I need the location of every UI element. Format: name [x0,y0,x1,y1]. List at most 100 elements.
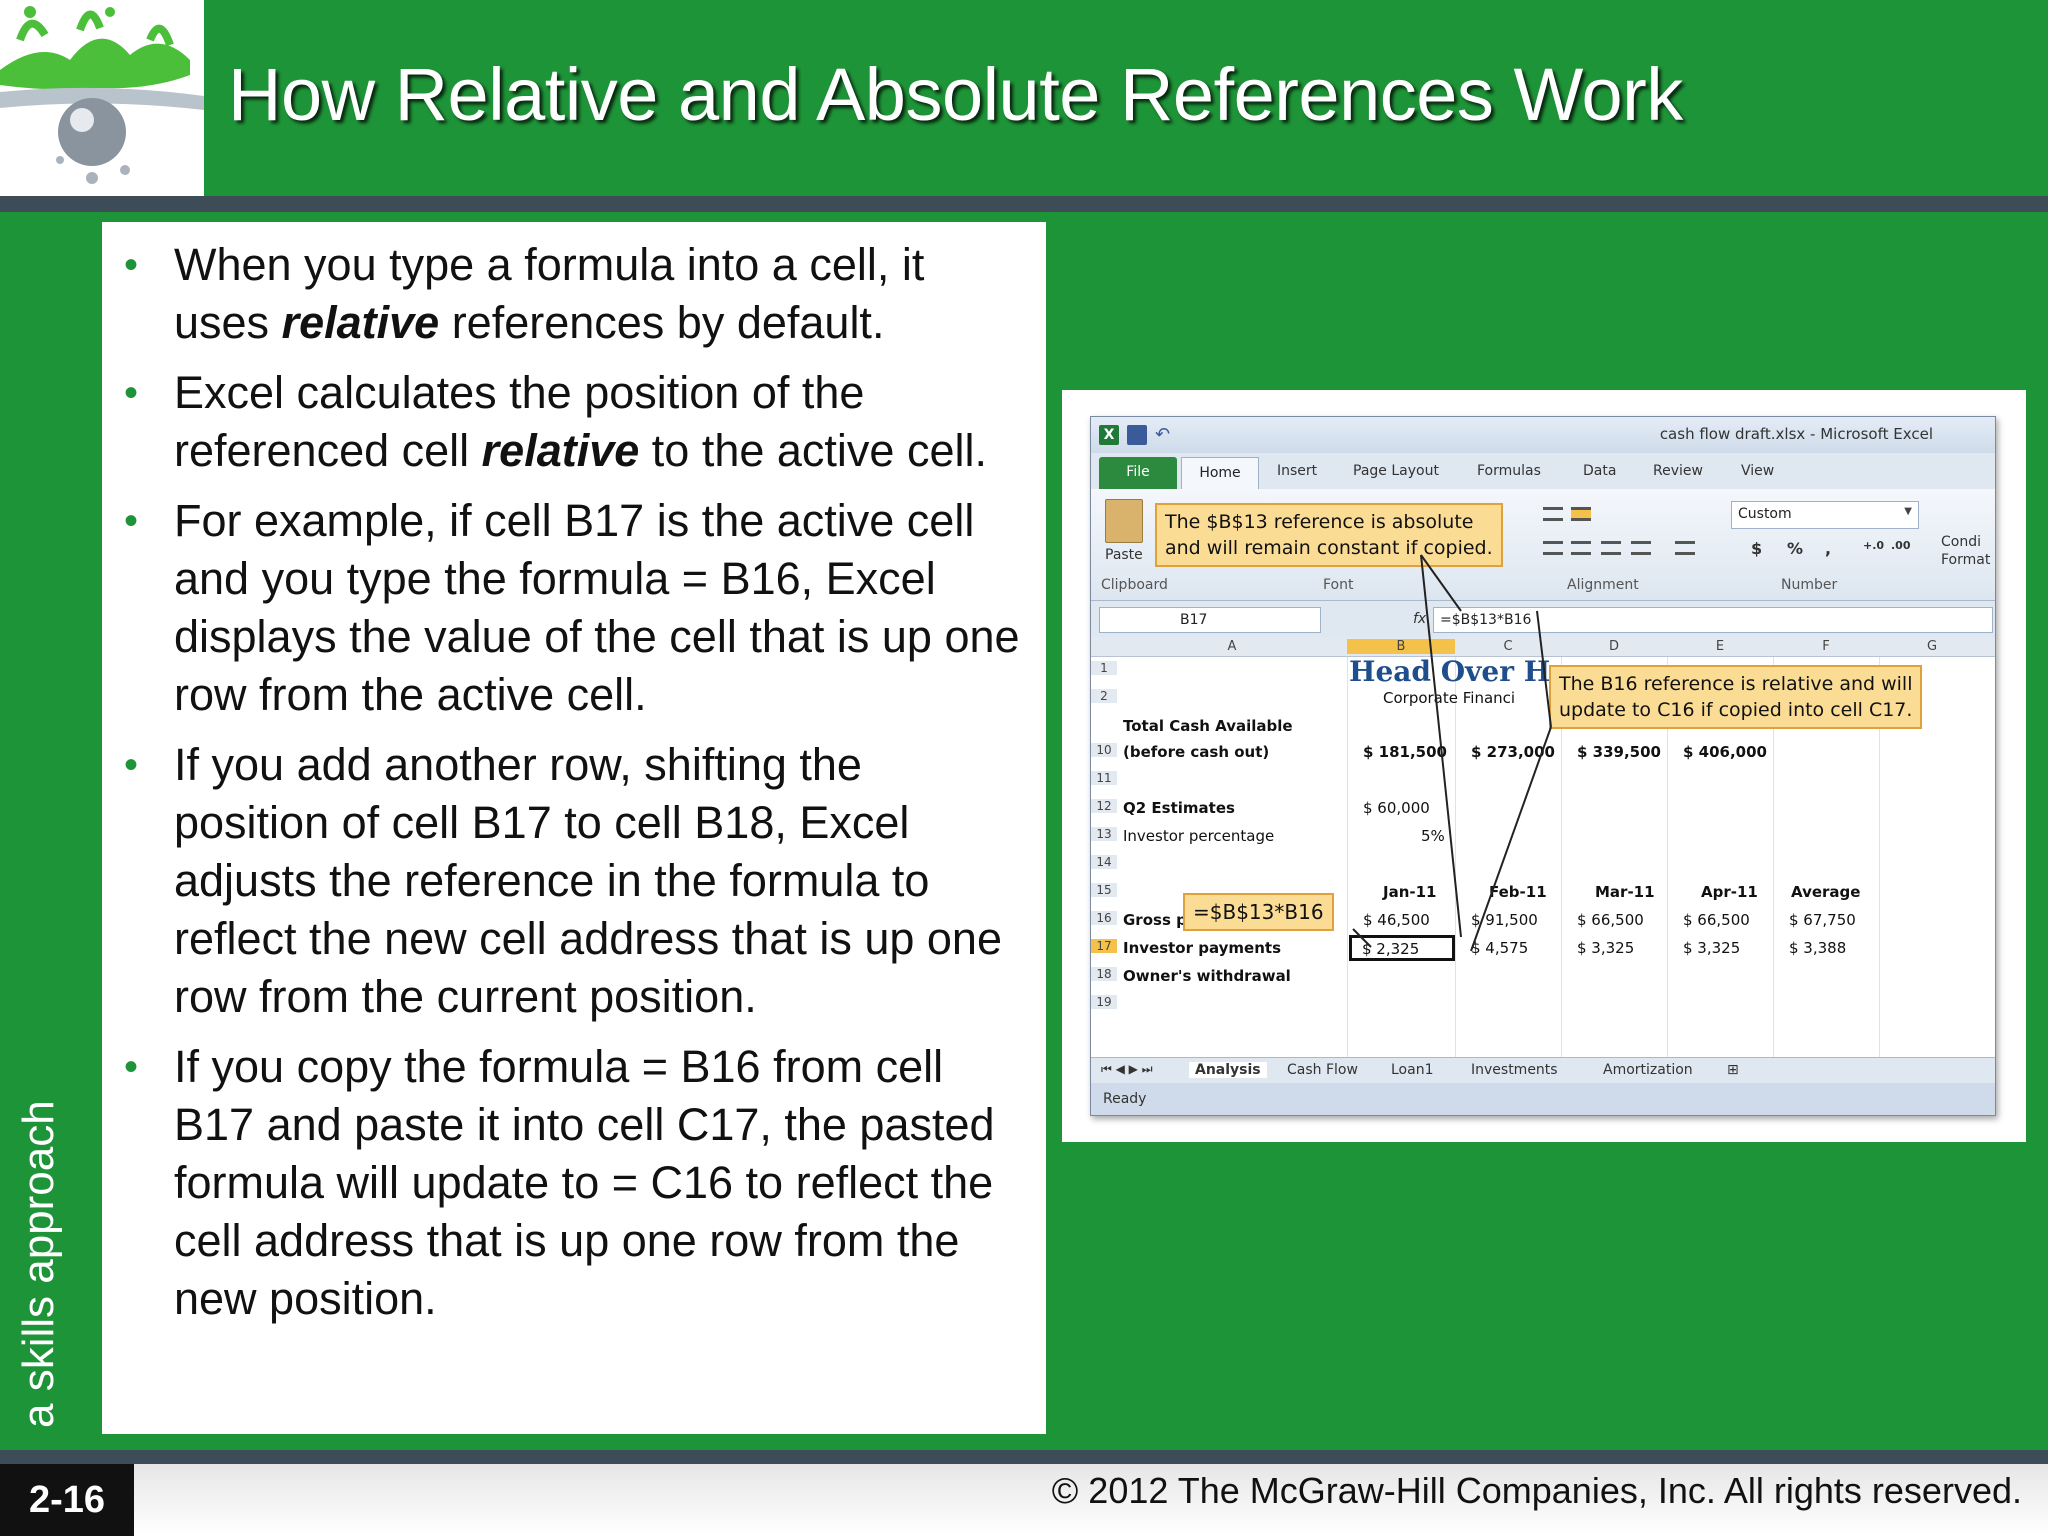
cell-value[interactable]: $ 3,325 [1577,939,1634,957]
row-header[interactable]: 1 [1091,661,1117,675]
bullet-item: • Excel calculates the position of the re… [102,364,1046,480]
row-header[interactable]: 2 [1091,689,1117,703]
row-header[interactable]: 15 [1091,883,1117,897]
merge-cells-icon[interactable] [1675,541,1695,555]
active-cell[interactable]: $ 2,325 [1349,935,1455,961]
bullet-emphasis: relative [481,425,640,476]
percent-icon[interactable]: % [1787,539,1803,558]
row-header[interactable]: 17 [1091,939,1117,953]
month-header[interactable]: Jan-11 [1383,883,1436,901]
increase-decimal-icon[interactable]: +.0 [1863,539,1884,552]
month-header[interactable]: Mar-11 [1595,883,1655,901]
paste-icon[interactable] [1105,499,1143,543]
number-format-select[interactable]: Custom ▼ [1731,501,1919,529]
cell-value[interactable]: $ 66,500 [1577,911,1644,929]
cell-value[interactable]: $ 67,750 [1789,911,1856,929]
save-icon[interactable] [1127,425,1147,445]
cell-label[interactable]: Owner's withdrawal [1123,967,1291,985]
tab-file[interactable]: File [1099,457,1177,489]
row-header[interactable]: 10 [1091,743,1117,757]
cell-value[interactable]: $ 273,000 [1471,743,1555,761]
row-header[interactable]: 12 [1091,799,1117,813]
bullet-dot-icon: • [124,243,139,287]
tab-data[interactable]: Data [1583,463,1616,479]
row-header[interactable]: 16 [1091,911,1117,925]
tab-formulas[interactable]: Formulas [1477,463,1541,479]
cell-label[interactable]: Investor percentage [1123,827,1274,845]
col-header[interactable]: D [1561,639,1667,654]
align-middle-icon[interactable] [1543,507,1563,521]
col-header[interactable]: C [1455,639,1561,654]
tab-review[interactable]: Review [1653,463,1703,479]
slide-header: How Relative and Absolute References Wor… [0,0,2048,196]
bullet-item: • For example, if cell B17 is the active … [102,492,1046,724]
undo-icon[interactable]: ↶ [1155,425,1175,445]
cell-label[interactable]: Investor payments [1123,939,1281,957]
increase-indent-icon[interactable] [1631,541,1651,555]
callout-text: The $B$13 reference is absolute [1165,511,1474,533]
align-center-icon[interactable] [1543,541,1563,555]
tab-page-layout[interactable]: Page Layout [1353,463,1439,479]
row-header[interactable]: 11 [1091,771,1117,785]
sheet-tab-investments[interactable]: Investments [1471,1062,1558,1078]
tab-insert[interactable]: Insert [1277,463,1317,479]
cell-value[interactable]: $ 181,500 [1363,743,1447,761]
bullet-text: For example, if cell B17 is the active c… [174,495,1020,720]
sheet-nav-icon[interactable]: ⏮ ◀ ▶ ⏭ [1101,1062,1153,1077]
decrease-decimal-icon[interactable]: .00 [1891,539,1911,552]
bullet-dot-icon: • [124,743,139,787]
cell-label[interactable]: (before cash out) [1123,743,1269,761]
excel-window: X ↶ cash flow draft.xlsx - Microsoft Exc… [1090,416,1996,1116]
sheet-title: Head Over H [1349,655,1551,688]
cell-value[interactable]: $ 4,575 [1471,939,1528,957]
formula-input[interactable]: =$B$13*B16 [1433,607,1993,633]
excel-titlebar: X ↶ cash flow draft.xlsx - Microsoft Exc… [1091,417,1995,453]
cell-value[interactable]: $ 3,325 [1683,939,1740,957]
row-header[interactable]: 19 [1091,995,1117,1009]
sheet-tab-loan1[interactable]: Loan1 [1391,1062,1433,1078]
cell-value[interactable]: $ 339,500 [1577,743,1661,761]
tab-view[interactable]: View [1741,463,1774,479]
cell-value[interactable]: 5% [1421,827,1445,845]
cell-value[interactable]: $ 46,500 [1363,911,1430,929]
cell-value[interactable]: $ 66,500 [1683,911,1750,929]
tab-home[interactable]: Home [1181,457,1259,489]
row-header[interactable]: 14 [1091,855,1117,869]
bullet-item: • If you copy the formula = B16 from cell… [102,1038,1046,1328]
sheet-tab-amortization[interactable]: Amortization [1603,1062,1693,1078]
callout-text: The B16 reference is relative and will [1559,673,1913,695]
cell-value[interactable]: $ 60,000 [1363,799,1430,817]
currency-icon[interactable]: $ [1751,539,1762,558]
cell-label[interactable]: Total Cash Available [1123,717,1293,735]
month-header[interactable]: Feb-11 [1489,883,1547,901]
paste-button-label[interactable]: Paste [1105,547,1143,563]
cell-value[interactable]: $ 91,500 [1471,911,1538,929]
col-header[interactable]: E [1667,639,1773,654]
callout-text: and will remain constant if copied. [1165,537,1493,559]
align-bottom-icon[interactable] [1571,507,1591,521]
col-header[interactable]: F [1773,639,1879,654]
col-header[interactable]: B [1347,639,1455,654]
excel-screenshot-frame: X ↶ cash flow draft.xlsx - Microsoft Exc… [1062,390,2026,1142]
fx-icon[interactable]: fx [1413,611,1426,627]
new-sheet-icon[interactable]: ⊞ [1727,1062,1739,1078]
col-header[interactable]: G [1879,639,1985,654]
name-box[interactable]: B17 [1099,607,1321,633]
month-header[interactable]: Apr-11 [1701,883,1758,901]
align-right-icon[interactable] [1571,541,1591,555]
slide-title: How Relative and Absolute References Wor… [228,53,1683,136]
sheet-subtitle: Corporate Financi [1383,689,1516,707]
month-header[interactable]: Average [1791,883,1860,901]
sheet-tab-cash-flow[interactable]: Cash Flow [1287,1062,1358,1078]
column-headers: A B C D E F G [1091,637,1995,657]
conditional-format-button[interactable]: Condi Format [1941,533,1995,569]
cell-label[interactable]: Q2 Estimates [1123,799,1235,817]
decrease-indent-icon[interactable] [1601,541,1621,555]
col-header[interactable]: A [1117,639,1347,654]
row-header[interactable]: 13 [1091,827,1117,841]
row-header[interactable]: 18 [1091,967,1117,981]
comma-icon[interactable]: , [1825,539,1831,558]
cell-value[interactable]: $ 3,388 [1789,939,1846,957]
cell-value[interactable]: $ 406,000 [1683,743,1767,761]
sheet-tab-analysis[interactable]: Analysis [1189,1062,1267,1078]
